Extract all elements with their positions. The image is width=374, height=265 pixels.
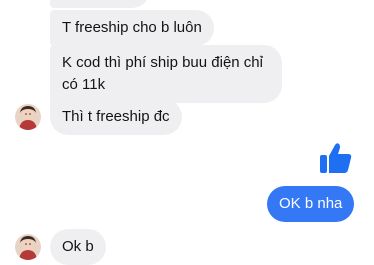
message-bubble-outgoing[interactable]: OK b nha <box>267 186 355 222</box>
contact-avatar[interactable] <box>15 234 41 260</box>
like-reaction[interactable] <box>318 140 354 176</box>
message-text: Ok b <box>62 238 94 255</box>
message-bubble[interactable]: Thì t freeship đc <box>50 99 182 135</box>
thumbs-up-icon <box>320 143 352 173</box>
message-bubble-partial[interactable] <box>50 0 150 8</box>
message-text: K cod thì phí ship buu điện chỉ có 11k <box>62 54 263 93</box>
message-text: OK b nha <box>279 195 343 212</box>
message-bubble[interactable]: Ok b <box>50 229 106 265</box>
message-bubble[interactable]: T freeship cho b luôn <box>50 10 214 46</box>
message-text: Thì t freeship đc <box>62 108 170 125</box>
message-bubble[interactable]: K cod thì phí ship buu điện chỉ có 11k <box>50 45 282 103</box>
message-text: T freeship cho b luôn <box>62 19 202 36</box>
message-thread: T freeship cho b luôn K cod thì phí ship… <box>0 0 374 265</box>
contact-avatar[interactable] <box>15 104 41 130</box>
